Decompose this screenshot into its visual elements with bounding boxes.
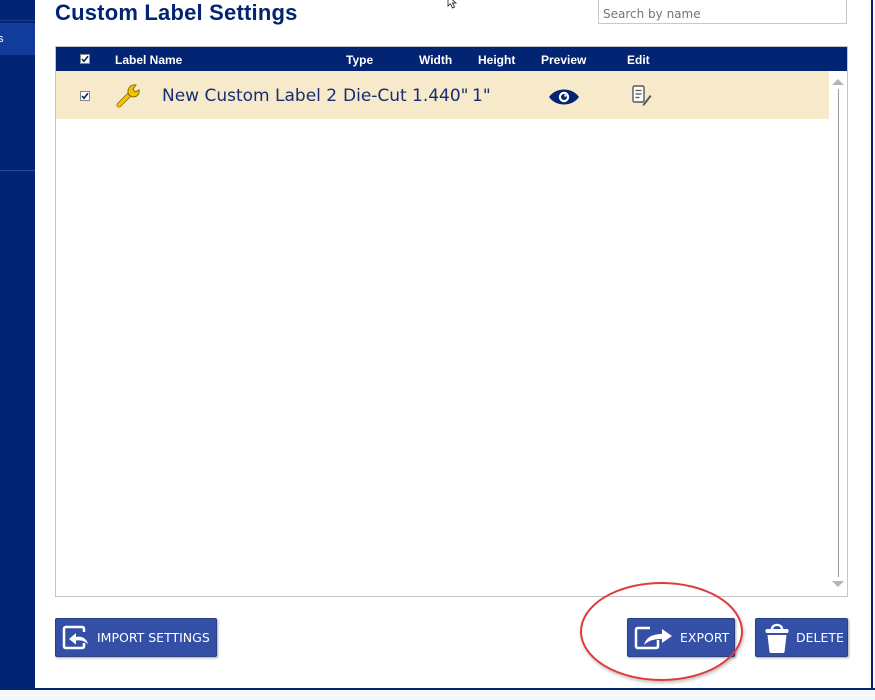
- scroll-down-arrow-icon[interactable]: [832, 581, 844, 587]
- sidebar-item-label: s: [0, 33, 4, 45]
- sidebar-divider: [0, 20, 35, 21]
- table-header: Label Name Type Width Height Preview Edi…: [56, 47, 847, 71]
- column-header-edit[interactable]: Edit: [627, 53, 650, 67]
- page-title: Custom Label Settings: [55, 0, 298, 25]
- sidebar: s: [0, 0, 35, 690]
- delete-label: DELETE: [796, 630, 844, 645]
- height-cell: 1": [472, 86, 491, 106]
- column-header-label-name[interactable]: Label Name: [115, 53, 182, 67]
- row-checkbox[interactable]: [80, 91, 90, 101]
- type-cell: Die-Cut: [343, 86, 407, 106]
- import-settings-label: IMPORT SETTINGS: [97, 630, 210, 645]
- import-icon: [62, 625, 88, 650]
- labels-table: Label Name Type Width Height Preview Edi…: [55, 46, 848, 597]
- width-cell: 1.440": [412, 86, 469, 106]
- label-name-cell: New Custom Label 2: [162, 86, 338, 106]
- eye-icon[interactable]: [548, 88, 580, 106]
- column-header-width[interactable]: Width: [419, 53, 452, 67]
- sidebar-divider: [0, 170, 35, 171]
- search-input[interactable]: [598, 0, 847, 24]
- column-header-height[interactable]: Height: [478, 53, 515, 67]
- edit-document-icon[interactable]: [631, 84, 653, 108]
- scroll-up-arrow-icon[interactable]: [832, 79, 844, 85]
- highlight-annotation: [580, 582, 743, 681]
- column-header-preview[interactable]: Preview: [541, 53, 586, 67]
- select-all-checkbox[interactable]: [80, 54, 90, 64]
- mouse-cursor-icon: [447, 0, 458, 9]
- wrench-icon: [116, 84, 140, 108]
- trash-icon: [765, 623, 789, 653]
- column-header-type[interactable]: Type: [346, 53, 373, 67]
- table-row[interactable]: New Custom Label 2 Die-Cut 1.440" 1": [56, 71, 829, 119]
- vertical-scrollbar[interactable]: [831, 71, 845, 596]
- import-settings-button[interactable]: IMPORT SETTINGS: [55, 618, 217, 657]
- window-border: [871, 0, 873, 690]
- delete-button[interactable]: DELETE: [755, 618, 848, 657]
- scrollbar-track[interactable]: [838, 89, 839, 577]
- sidebar-item-active[interactable]: s: [0, 23, 35, 55]
